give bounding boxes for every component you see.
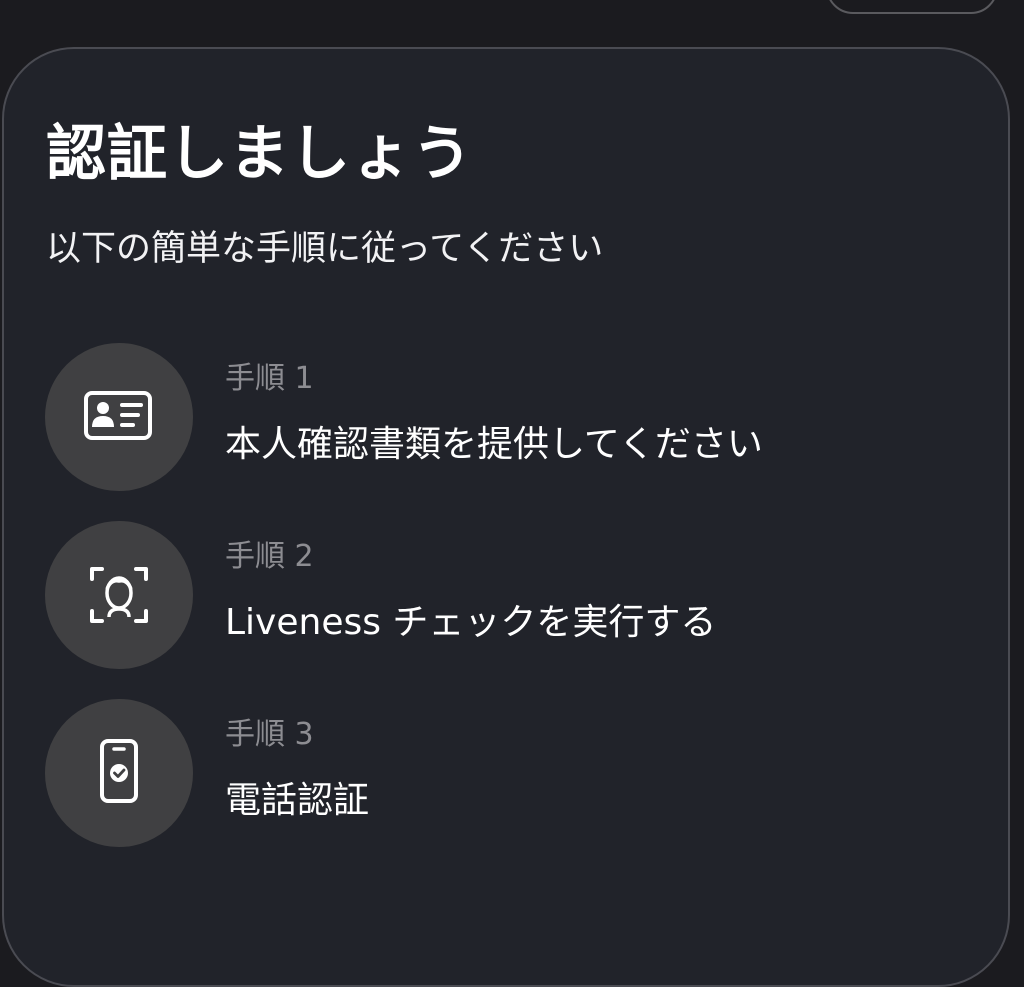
step-item-3: 手順 3 電話認証 [45, 699, 945, 847]
step-label-3: 手順 3 [225, 717, 314, 752]
step-item-1: 手順 1 本人確認書類を提供してください [45, 343, 945, 491]
top-pill-button[interactable] [826, 0, 998, 14]
page-subtitle: 以下の簡単な手順に従ってください [46, 229, 604, 269]
step-item-2: 手順 2 Liveness チェックを実行する [45, 521, 945, 669]
id-card-icon [45, 343, 193, 491]
face-scan-icon [45, 521, 193, 669]
step-text-3: 電話認証 [225, 780, 370, 821]
step-text-2: Liveness チェックを実行する [225, 602, 717, 643]
page-title: 認証しましょう [46, 119, 473, 189]
phone-check-icon [45, 699, 193, 847]
step-text-1: 本人確認書類を提供してください [225, 424, 763, 465]
step-label-1: 手順 1 [225, 361, 314, 396]
step-label-2: 手順 2 [225, 539, 314, 574]
